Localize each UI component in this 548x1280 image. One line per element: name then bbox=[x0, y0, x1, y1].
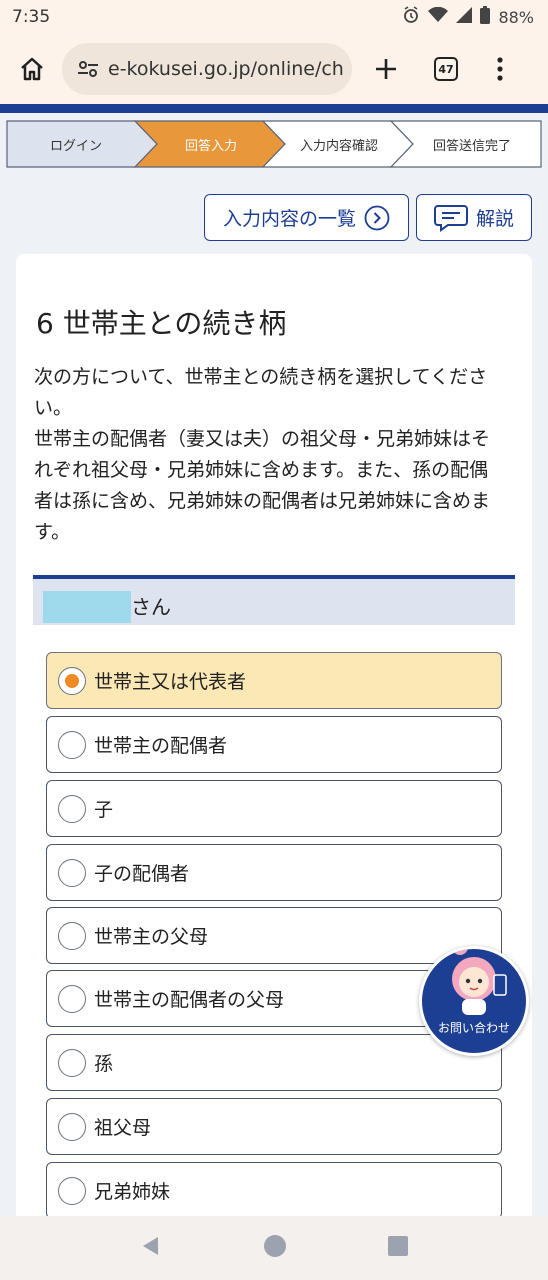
option-siblings[interactable]: 兄弟姉妹 bbox=[46, 1162, 502, 1219]
speech-bubble-icon bbox=[433, 204, 468, 232]
header-stripe bbox=[0, 104, 548, 113]
recents-square-icon bbox=[387, 1236, 408, 1256]
plus-icon bbox=[376, 59, 396, 79]
address-bar[interactable]: e-kokusei.go.jp/online/ch bbox=[62, 43, 352, 95]
radio-button[interactable] bbox=[58, 984, 86, 1013]
battery-percent: 88% bbox=[498, 7, 534, 27]
radio-button[interactable] bbox=[58, 921, 86, 950]
input-list-label: 入力内容の一覧 bbox=[222, 208, 356, 230]
option-label: 子 bbox=[94, 799, 114, 821]
option-grandparents[interactable]: 祖父母 bbox=[46, 1098, 502, 1155]
tab-switcher-button[interactable]: 47 bbox=[420, 43, 472, 95]
mascot-icon bbox=[452, 949, 507, 1015]
home-circle-icon bbox=[263, 1235, 286, 1257]
option-householder[interactable]: 世帯主又は代表者 bbox=[46, 652, 502, 709]
option-label: 祖父母 bbox=[94, 1117, 152, 1139]
option-label: 兄弟姉妹 bbox=[94, 1181, 171, 1203]
radio-button[interactable] bbox=[58, 666, 86, 695]
chevron-right-circle-icon bbox=[364, 205, 390, 230]
help-button[interactable]: 解説 bbox=[416, 194, 532, 241]
home-nav-button[interactable] bbox=[263, 1234, 287, 1262]
wifi-icon bbox=[428, 6, 449, 27]
question-description-text: 次の方について、世帯主との続き柄を選択してください。 世帯主の配偶者（妻又は夫）… bbox=[34, 366, 491, 543]
home-icon bbox=[21, 57, 43, 81]
radio-button[interactable] bbox=[58, 858, 86, 887]
help-label: 解説 bbox=[475, 208, 514, 230]
radio-button[interactable] bbox=[58, 1112, 86, 1141]
site-settings-icon[interactable] bbox=[74, 60, 102, 78]
option-label: 子の配偶者 bbox=[94, 863, 190, 885]
option-label: 世帯主の父母 bbox=[94, 926, 209, 948]
back-triangle-icon bbox=[143, 1237, 159, 1255]
status-bar: 7:35 88% bbox=[0, 0, 548, 34]
back-button[interactable] bbox=[140, 1235, 162, 1261]
url-text: e-kokusei.go.jp/online/ch bbox=[108, 58, 344, 80]
radio-selected-dot bbox=[65, 673, 79, 688]
person-name-redacted bbox=[43, 591, 131, 623]
step-answer-input: 回答入力 bbox=[184, 138, 237, 154]
new-tab-button[interactable] bbox=[360, 43, 412, 95]
option-label: 孫 bbox=[94, 1053, 114, 1075]
contact-label: お問い合わせ bbox=[437, 1021, 510, 1035]
step-login: ログイン bbox=[49, 138, 102, 154]
option-spouse[interactable]: 世帯主の配偶者 bbox=[46, 716, 502, 773]
contact-button[interactable]: お問い合わせ bbox=[419, 946, 529, 1056]
home-button[interactable] bbox=[2, 39, 62, 99]
step-complete: 回答送信完了 bbox=[432, 138, 511, 154]
person-header: さん bbox=[33, 575, 515, 625]
battery-icon bbox=[480, 6, 491, 28]
option-grandchild[interactable]: 孫 bbox=[46, 1034, 502, 1091]
question-title: 6 世帯主との続き柄 bbox=[36, 307, 287, 340]
signal-icon bbox=[456, 7, 473, 27]
alarm-icon bbox=[402, 6, 420, 28]
radio-button[interactable] bbox=[58, 1176, 86, 1205]
browser-toolbar: e-kokusei.go.jp/online/ch 47 bbox=[0, 34, 548, 104]
more-vert-icon bbox=[497, 57, 503, 81]
question-description: 次の方について、世帯主との続き柄を選択してください。 世帯主の配偶者（妻又は夫）… bbox=[34, 362, 504, 548]
radio-button[interactable] bbox=[58, 1048, 86, 1077]
recents-button[interactable] bbox=[387, 1236, 408, 1260]
option-label: 世帯主の配偶者の父母 bbox=[94, 989, 285, 1011]
input-list-button[interactable]: 入力内容の一覧 bbox=[204, 194, 409, 241]
browser-menu-button[interactable] bbox=[478, 43, 522, 95]
radio-button[interactable] bbox=[58, 794, 86, 823]
progress-steps: ログイン 回答入力 入力内容確認 回答送信完了 bbox=[6, 120, 542, 168]
system-nav-bar bbox=[0, 1216, 548, 1280]
radio-button[interactable] bbox=[58, 730, 86, 759]
person-suffix: さん bbox=[131, 595, 171, 619]
option-child-spouse[interactable]: 子の配偶者 bbox=[46, 844, 502, 901]
option-label: 世帯主又は代表者 bbox=[94, 671, 247, 693]
step-confirm: 入力内容確認 bbox=[299, 138, 378, 154]
tab-count: 47 bbox=[434, 57, 458, 81]
option-label: 世帯主の配偶者 bbox=[94, 735, 228, 757]
option-child[interactable]: 子 bbox=[46, 780, 502, 837]
status-time: 7:35 bbox=[12, 7, 51, 27]
